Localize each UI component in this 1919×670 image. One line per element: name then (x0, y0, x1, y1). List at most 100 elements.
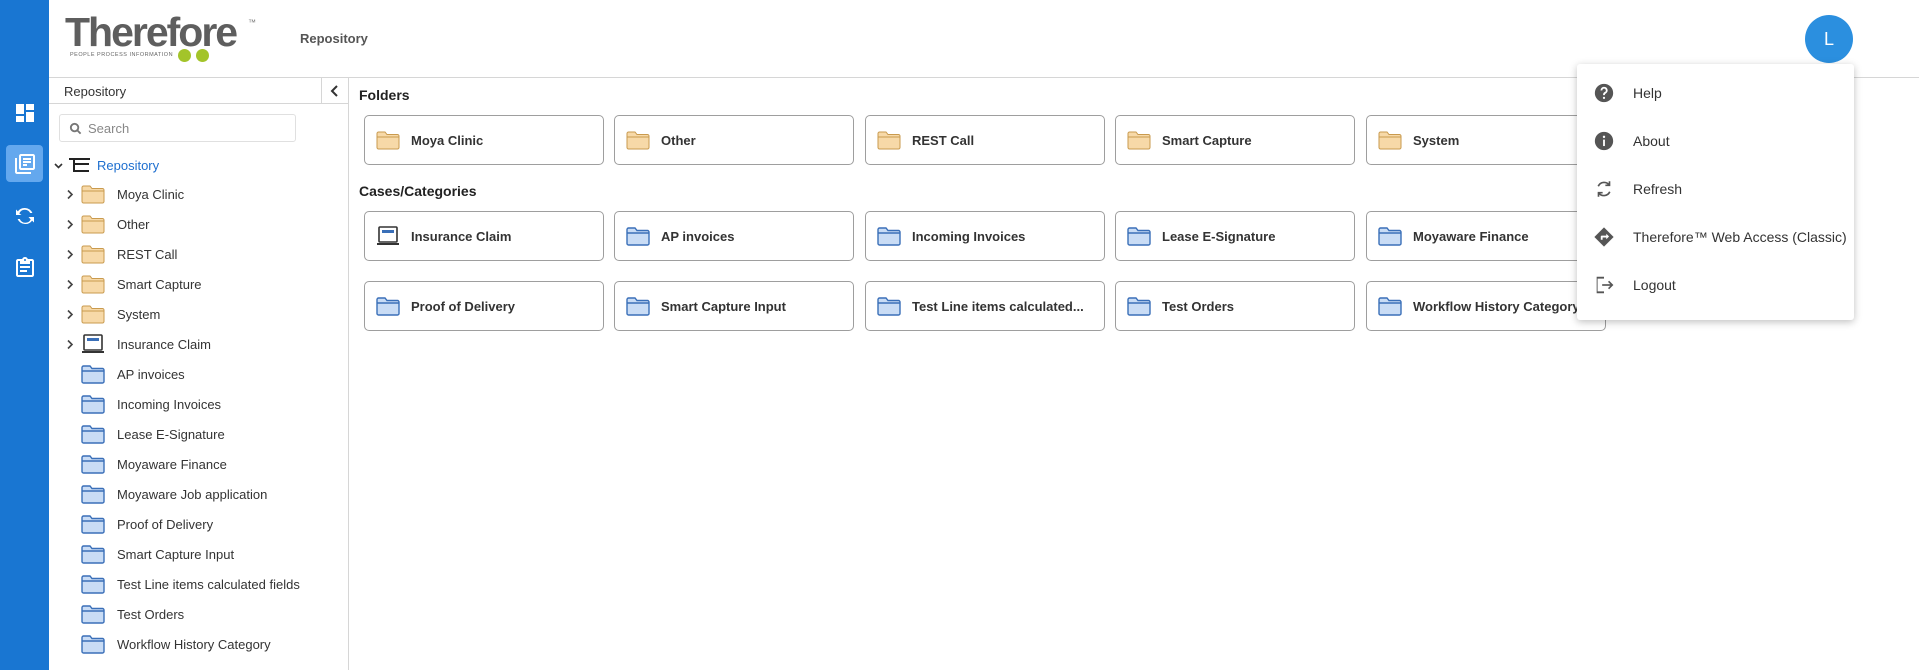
tree-search-input[interactable] (88, 120, 288, 136)
category-icon (626, 296, 650, 316)
chevron-right-icon[interactable] (64, 338, 75, 350)
repository-tree-panel: Repository Repository Moya Clinic Other RE… (49, 78, 349, 670)
category-icon (81, 544, 105, 564)
workflow-button[interactable] (6, 197, 43, 234)
menu-item-refresh[interactable]: Refresh (1577, 165, 1854, 213)
menu-item-therefore[interactable]: Therefore™ Web Access (Classic) (1577, 213, 1854, 261)
category-card[interactable]: Insurance Claim (364, 211, 604, 261)
category-icon (877, 296, 901, 316)
tree-item[interactable]: Incoming Invoices (49, 389, 348, 419)
header-breadcrumb: Repository (300, 31, 368, 46)
tree-item-label: Moya Clinic (117, 187, 185, 202)
tree-item[interactable]: Moya Clinic (49, 179, 348, 209)
category-icon (81, 484, 105, 504)
chevron-right-icon[interactable] (64, 248, 75, 260)
folder-icon (1378, 130, 1402, 150)
tree-panel-header: Repository (49, 78, 348, 104)
category-card[interactable]: Test Orders (1115, 281, 1355, 331)
tree-item-label: AP invoices (117, 367, 185, 382)
tree-item[interactable]: Workflow History Category (49, 629, 348, 659)
category-card[interactable]: Smart Capture Input (614, 281, 854, 331)
tree-item[interactable]: AP invoices (49, 359, 348, 389)
folders-section-title: Folders (359, 87, 410, 103)
tree-item[interactable]: Lease E-Signature (49, 419, 348, 449)
logo-tagline: PEOPLE PROCESS INFORMATION (70, 52, 174, 58)
tasks-button[interactable] (6, 249, 43, 286)
tree-item-label: Moyaware Finance (117, 457, 227, 472)
tree-item[interactable]: Smart Capture (49, 269, 348, 299)
folder-icon (81, 214, 105, 234)
category-icon (81, 574, 105, 594)
folder-icon (81, 244, 105, 264)
category-icon (81, 604, 105, 624)
repository-icon (14, 153, 35, 174)
user-menu-dropdown: Help About Refresh Therefore™ Web Access (C… (1577, 64, 1854, 320)
card-label: Proof of Delivery (411, 298, 516, 314)
category-card[interactable]: Lease E-Signature (1115, 211, 1355, 261)
therefore-logo[interactable]: Therefore ™ PEOPLE PROCESS INFORMATION (65, 12, 256, 66)
card-label: REST Call (912, 132, 975, 148)
dashboard-button[interactable] (6, 94, 43, 131)
repository-button[interactable] (6, 145, 43, 182)
tree-root-repository[interactable]: Repository (49, 152, 348, 178)
menu-item-logout[interactable]: Logout (1577, 261, 1854, 309)
folder-card[interactable]: Moya Clinic (364, 115, 604, 165)
folder-card[interactable]: Other (614, 115, 854, 165)
menu-item-help[interactable]: Help (1577, 69, 1854, 117)
category-icon (81, 634, 105, 654)
chevron-right-icon[interactable] (64, 188, 75, 200)
card-label: Workflow History Category (1413, 298, 1580, 314)
category-icon (877, 226, 901, 246)
chevron-down-icon[interactable] (51, 160, 65, 171)
tree-item[interactable]: Moyaware Job application (49, 479, 348, 509)
tree-item-label: Workflow History Category (117, 637, 271, 652)
tree-item-label: Incoming Invoices (117, 397, 222, 412)
menu-item-label: Therefore™ Web Access (Classic) (1633, 229, 1847, 245)
tree-item-label: Test Orders (117, 607, 185, 622)
tree-item[interactable]: REST Call (49, 239, 348, 269)
folder-icon (1127, 130, 1151, 150)
tree-item[interactable]: Test Line items calculated fields (49, 569, 348, 599)
category-card[interactable]: Proof of Delivery (364, 281, 604, 331)
user-avatar-button[interactable]: L (1805, 15, 1853, 63)
help-icon (1592, 81, 1616, 105)
tree-item[interactable]: System (49, 299, 348, 329)
category-card[interactable]: Test Line items calculated... (865, 281, 1105, 331)
category-card[interactable]: Incoming Invoices (865, 211, 1105, 261)
hierarchy-icon (69, 158, 90, 172)
card-label: Insurance Claim (411, 228, 512, 244)
category-card[interactable]: Workflow History Category (1366, 281, 1606, 331)
menu-item-label: About (1633, 133, 1670, 149)
tree-item[interactable]: Proof of Delivery (49, 509, 348, 539)
folder-card[interactable]: REST Call (865, 115, 1105, 165)
tree-item[interactable]: Insurance Claim (49, 329, 348, 359)
tree-item[interactable]: Other (49, 209, 348, 239)
tree-item-label: Insurance Claim (117, 337, 211, 352)
tree-list: Moya Clinic Other REST Call Smart Capture Sy… (49, 179, 348, 659)
card-label: Lease E-Signature (1162, 228, 1276, 244)
card-label: Incoming Invoices (912, 228, 1026, 244)
menu-item-about[interactable]: About (1577, 117, 1854, 165)
logout-icon (1592, 273, 1616, 297)
category-card[interactable]: AP invoices (614, 211, 854, 261)
folder-card[interactable]: System (1366, 115, 1606, 165)
tree-item[interactable]: Smart Capture Input (49, 539, 348, 569)
category-icon (81, 424, 105, 444)
folder-card[interactable]: Smart Capture (1115, 115, 1355, 165)
category-icon (81, 364, 105, 384)
collapse-panel-button[interactable] (321, 78, 348, 103)
directions-icon (1592, 225, 1616, 249)
tree-item-label: Smart Capture (117, 277, 202, 292)
chevron-right-icon[interactable] (64, 278, 75, 290)
tree-item[interactable]: Test Orders (49, 599, 348, 629)
category-icon (81, 514, 105, 534)
tree-item-label: System (117, 307, 161, 322)
cases-section-title: Cases/Categories (359, 183, 477, 199)
card-label: Moya Clinic (411, 132, 484, 148)
chevron-right-icon[interactable] (64, 308, 75, 320)
tree-root-label: Repository (97, 157, 160, 173)
category-card[interactable]: Moyaware Finance (1366, 211, 1606, 261)
tree-item[interactable]: Moyaware Finance (49, 449, 348, 479)
tree-item-label: REST Call (117, 247, 178, 262)
chevron-right-icon[interactable] (64, 218, 75, 230)
